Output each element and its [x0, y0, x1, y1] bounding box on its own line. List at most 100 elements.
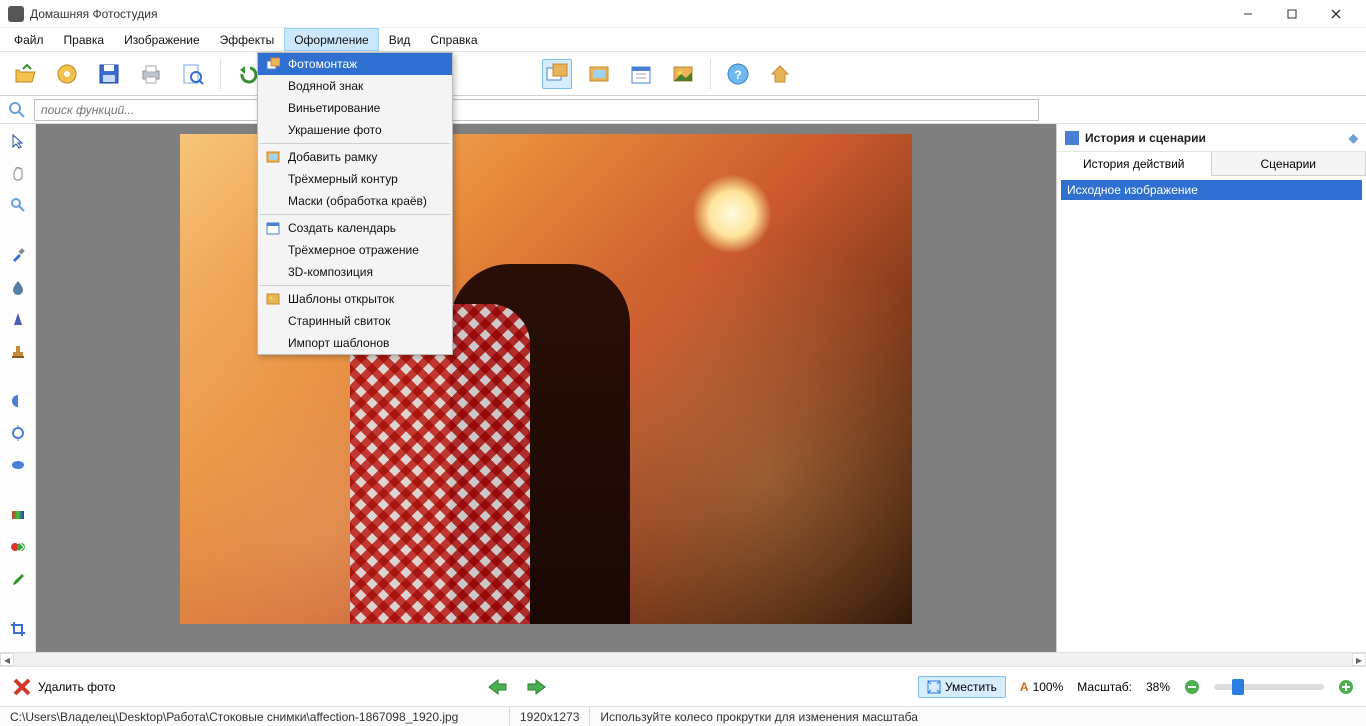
menu-item-label: Трёхмерный контур [288, 172, 398, 186]
effects-button[interactable] [52, 59, 82, 89]
left-toolbar [0, 124, 36, 652]
maximize-button[interactable] [1270, 0, 1314, 28]
dropdown-separator [260, 143, 450, 144]
search-icon [8, 101, 26, 119]
menu-item-3d-reflection[interactable]: Трёхмерное отражение [258, 239, 452, 261]
menu-file[interactable]: Файл [4, 28, 54, 51]
tab-scripts[interactable]: Сценарии [1212, 152, 1366, 175]
prev-button[interactable] [486, 677, 510, 697]
postcard-icon [264, 290, 282, 308]
frame-button[interactable] [584, 59, 614, 89]
menu-item-label: 3D-композиция [288, 265, 373, 279]
brush-tool[interactable] [7, 568, 29, 590]
history-item[interactable]: Исходное изображение [1061, 180, 1362, 200]
scroll-right-icon[interactable]: ▸ [1352, 653, 1366, 666]
menubar: Файл Правка Изображение Эффекты Оформлен… [0, 28, 1366, 52]
preview-button[interactable] [178, 59, 208, 89]
text-icon: A [1020, 680, 1029, 694]
history-list: Исходное изображение [1057, 176, 1366, 204]
close-button[interactable] [1314, 0, 1358, 28]
calendar-button[interactable] [626, 59, 656, 89]
gradient-tool[interactable] [7, 504, 29, 526]
fit-label: Уместить [945, 680, 997, 694]
redeye-tool[interactable] [7, 536, 29, 558]
slider-thumb[interactable] [1232, 679, 1244, 695]
menu-item-watermark[interactable]: Водяной знак [258, 75, 452, 97]
menu-item-label: Фотомонтаж [288, 57, 357, 71]
sharpen-tool[interactable] [7, 308, 29, 330]
collapse-icon[interactable]: ◆ [1349, 131, 1358, 145]
fit-button[interactable]: Уместить [918, 676, 1006, 698]
menu-item-3d-composition[interactable]: 3D-композиция [258, 261, 452, 283]
menu-item-label: Шаблоны открыток [288, 292, 394, 306]
actual-size-button[interactable]: A 100% [1020, 680, 1063, 694]
design-dropdown: Фотомонтаж Водяной знак Виньетирование У… [257, 52, 453, 355]
zoom-slider[interactable] [1214, 684, 1324, 690]
actual-size-label: 100% [1033, 680, 1064, 694]
menu-view[interactable]: Вид [379, 28, 421, 51]
menu-item-calendar[interactable]: Создать календарь [258, 217, 452, 239]
zoom-out-button[interactable] [1184, 679, 1200, 695]
burn-tool[interactable] [7, 422, 29, 444]
menu-design[interactable]: Оформление [284, 28, 378, 51]
menu-edit[interactable]: Правка [54, 28, 115, 51]
menu-item-import-templates[interactable]: Импорт шаблонов [258, 332, 452, 354]
sponge-tool[interactable] [7, 454, 29, 476]
canvas-area[interactable] [36, 124, 1056, 652]
dodge-tool[interactable] [7, 390, 29, 412]
delete-label: Удалить фото [38, 680, 115, 694]
search-input[interactable] [34, 99, 1039, 121]
blur-tool[interactable] [7, 276, 29, 298]
menu-help[interactable]: Справка [420, 28, 487, 51]
zoom-in-button[interactable] [1338, 679, 1354, 695]
montage-button[interactable] [542, 59, 572, 89]
toolbar-separator [710, 59, 711, 89]
delete-photo-button[interactable]: Удалить фото [12, 677, 115, 697]
menu-item-masks[interactable]: Маски (обработка краёв) [258, 190, 452, 212]
toolbar-separator [220, 59, 221, 89]
fit-icon [927, 680, 941, 694]
postcard-button[interactable] [668, 59, 698, 89]
tab-history[interactable]: История действий [1057, 152, 1212, 176]
print-button[interactable] [136, 59, 166, 89]
next-button[interactable] [524, 677, 548, 697]
eyedropper-tool[interactable] [7, 244, 29, 266]
menu-item-label: Старинный свиток [288, 314, 390, 328]
menu-item-label: Добавить рамку [288, 150, 377, 164]
menu-item-add-frame[interactable]: Добавить рамку [258, 146, 452, 168]
calendar-icon [264, 219, 282, 237]
status-path: C:\Users\Владелец\Desktop\Работа\Стоковы… [0, 707, 510, 726]
open-button[interactable] [10, 59, 40, 89]
menu-image[interactable]: Изображение [114, 28, 210, 51]
stamp-tool[interactable] [7, 340, 29, 362]
scroll-left-icon[interactable]: ◂ [0, 653, 14, 666]
help-button[interactable]: ? [723, 59, 753, 89]
main-toolbar: ? [0, 52, 1366, 96]
menu-item-vintage-scroll[interactable]: Старинный свиток [258, 310, 452, 332]
save-button[interactable] [94, 59, 124, 89]
menu-item-label: Маски (обработка краёв) [288, 194, 427, 208]
menu-item-label: Водяной знак [288, 79, 363, 93]
status-dimensions: 1920x1273 [510, 707, 590, 726]
history-icon [1065, 131, 1079, 145]
menu-item-postcard-templates[interactable]: Шаблоны открыток [258, 288, 452, 310]
dropdown-separator [260, 214, 450, 215]
hand-tool[interactable] [7, 162, 29, 184]
delete-icon [12, 677, 32, 697]
menu-item-decorate[interactable]: Украшение фото [258, 119, 452, 141]
pointer-tool[interactable] [7, 130, 29, 152]
scale-value: 38% [1146, 680, 1170, 694]
menu-item-photomontage[interactable]: Фотомонтаж [258, 53, 452, 75]
horizontal-scrollbar[interactable]: ◂ ▸ [0, 652, 1366, 666]
right-panel: История и сценарии ◆ История действий Сц… [1056, 124, 1366, 652]
minimize-button[interactable] [1226, 0, 1270, 28]
menu-item-3d-contour[interactable]: Трёхмерный контур [258, 168, 452, 190]
zoom-tool[interactable] [7, 194, 29, 216]
menu-effects[interactable]: Эффекты [210, 28, 285, 51]
search-row [0, 96, 1366, 124]
menu-item-label: Создать календарь [288, 221, 396, 235]
menu-item-vignette[interactable]: Виньетирование [258, 97, 452, 119]
svg-text:?: ? [734, 68, 741, 82]
home-button[interactable] [765, 59, 795, 89]
crop-tool[interactable] [7, 618, 29, 640]
